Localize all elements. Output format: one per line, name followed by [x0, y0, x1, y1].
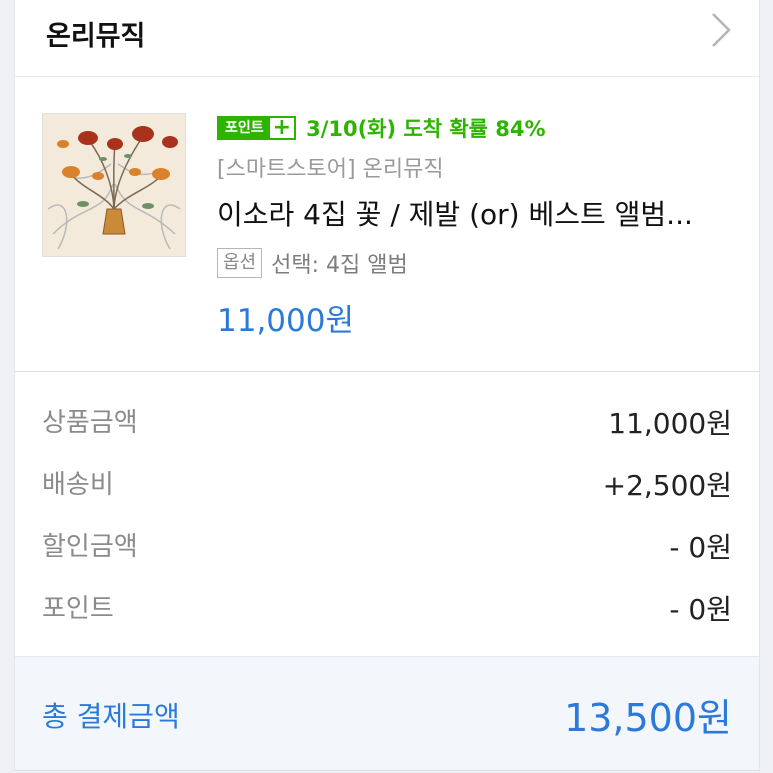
payment-summary: 상품금액 11,000원 배송비 +2,500원 할인금액 - 0원 포인트 -… [15, 372, 759, 656]
summary-value: - 0원 [669, 593, 732, 626]
product-item[interactable]: 포인트 + 3/10(화) 도착 확률 84% [스마트스토어] 온리뮤직 이소… [15, 77, 759, 372]
summary-row-points: 포인트 - 0원 [42, 588, 732, 628]
order-card: 온리뮤직 포인트 + 3/10(화) 도착 확률 84% [스마트스토어] 온리… [14, 0, 760, 771]
seller-name: [스마트스토어] 온리뮤직 [217, 157, 444, 182]
summary-row-discount: 할인금액 - 0원 [42, 526, 732, 566]
delivery-estimate: 포인트 + 3/10(화) 도착 확률 84% [217, 113, 546, 143]
product-thumbnail[interactable] [42, 113, 186, 257]
delivery-text: 3/10(화) 도착 확률 84% [306, 117, 546, 141]
summary-label: 상품금액 [42, 408, 138, 438]
summary-label: 포인트 [42, 594, 114, 624]
point-badge: 포인트 + [217, 115, 297, 140]
point-badge-label: 포인트 [219, 118, 270, 138]
summary-value: +2,500원 [602, 469, 732, 502]
flower-illustration-icon [43, 114, 185, 256]
product-price: 11,000원 [217, 303, 354, 339]
summary-label: 할인금액 [42, 532, 138, 562]
product-title[interactable]: 이소라 4집 꽃 / 제발 (or) 베스트 앨범... [217, 193, 742, 233]
summary-row-shipping: 배송비 +2,500원 [42, 464, 732, 504]
plus-icon: + [272, 115, 292, 140]
option-badge: 옵션 [217, 248, 263, 278]
summary-label: 배송비 [42, 470, 114, 500]
product-option: 옵션 선택: 4집 앨범 [217, 247, 408, 279]
store-header[interactable]: 온리뮤직 [15, 0, 759, 77]
summary-row-product-amount: 상품금액 11,000원 [42, 402, 732, 442]
total-payment: 총 결제금액 13,500원 [15, 656, 759, 770]
summary-value: - 0원 [669, 531, 732, 564]
option-text: 선택: 4집 앨범 [271, 253, 408, 278]
summary-value: 11,000원 [608, 407, 732, 440]
total-value: 13,500원 [564, 696, 732, 740]
store-name: 온리뮤직 [46, 21, 146, 52]
total-label: 총 결제금액 [42, 700, 180, 733]
chevron-right-icon[interactable] [705, 10, 735, 50]
